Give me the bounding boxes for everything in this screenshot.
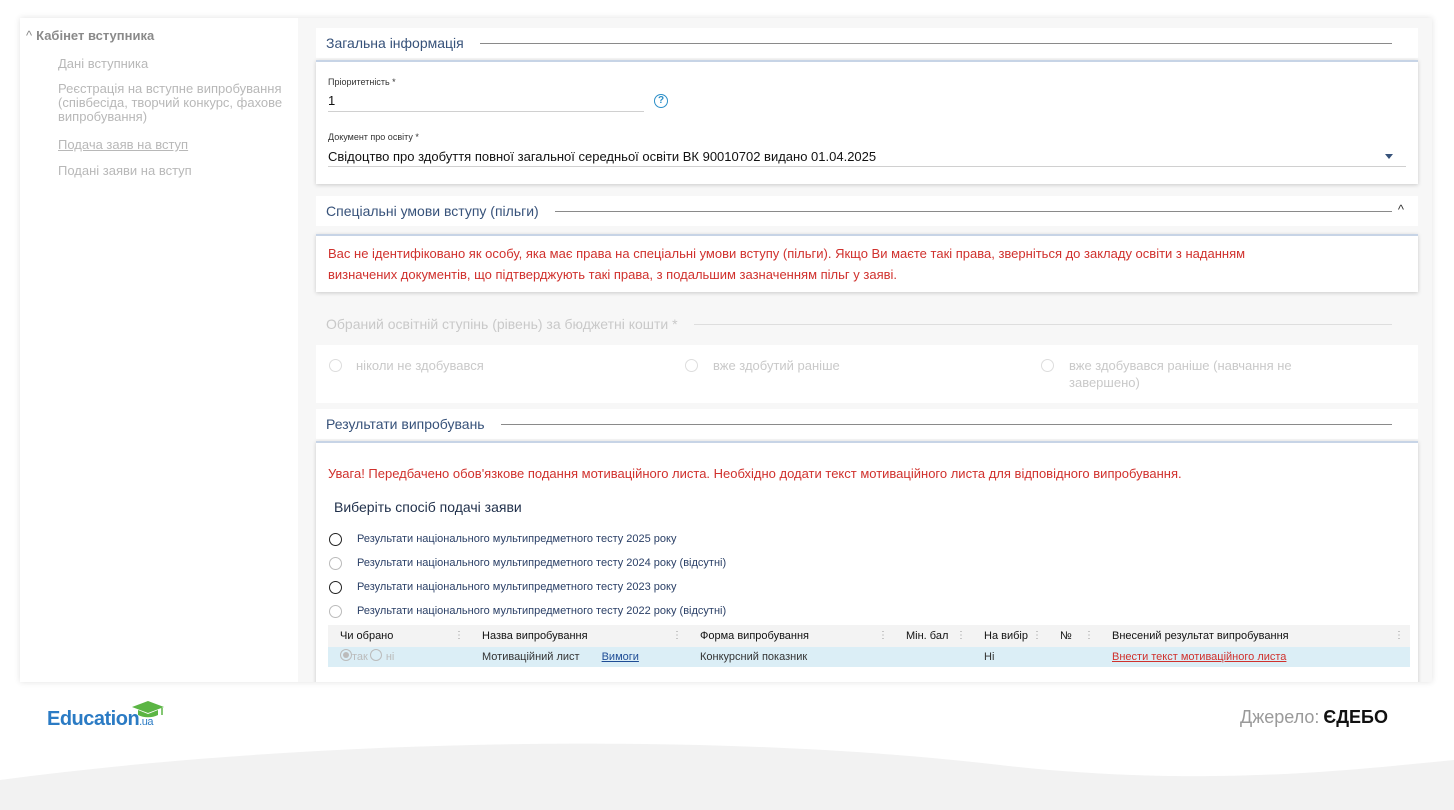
result-cell: Внести текст мотиваційного листа — [1100, 647, 1410, 667]
degree-radio-never[interactable] — [329, 359, 342, 372]
sidebar: ^ Кабінет вступника Дані вступника Реєстр… — [20, 18, 298, 682]
col-selected-label: Чи обрано — [340, 630, 394, 642]
col-selected[interactable]: Чи обрано ⋮ — [328, 625, 470, 647]
sidebar-item-exam-registration[interactable]: Реєстрація на вступне випробування (спів… — [58, 82, 283, 124]
radio-yes-selected[interactable] — [340, 649, 352, 661]
source-caption: Джерело: ЄДЕБО — [1240, 707, 1388, 728]
document-underline — [328, 166, 1406, 167]
exam-form-cell: Конкурсний показник — [700, 651, 808, 663]
general-section-title: Загальна інформація — [326, 35, 464, 51]
degree-option-unfinished: вже здобувався раніше (навчання не завер… — [1069, 358, 1292, 390]
sidebar-item-submit-application[interactable]: Подача заяв на вступ — [58, 138, 283, 152]
logo-text: Education — [47, 708, 140, 730]
method-option-2024: Результати національного мультипредметно… — [357, 557, 727, 569]
exam-name: Мотиваційний лист — [482, 651, 580, 663]
sidebar-heading-label: Кабінет вступника — [36, 28, 155, 43]
results-section-title: Результати випробувань — [326, 416, 485, 432]
col-exam-name[interactable]: Назва випробування ⋮ — [470, 625, 688, 647]
method-radio-2022[interactable] — [329, 605, 342, 618]
radio-no[interactable] — [369, 649, 382, 661]
screenshot-card: ^ Кабінет вступника Дані вступника Реєстр… — [20, 18, 1432, 682]
col-exam-name-label: Назва випробування — [482, 630, 588, 642]
collapse-chevron-icon[interactable]: ^ — [1398, 202, 1404, 217]
degree-option-obtained: вже здобутий раніше — [713, 358, 840, 373]
column-menu-icon[interactable]: ⋮ — [878, 625, 888, 647]
degree-option-never: ніколи не здобувався — [356, 358, 484, 373]
column-menu-icon[interactable]: ⋮ — [956, 625, 966, 647]
col-exam-form-label: Форма випробування — [700, 630, 810, 642]
min-score-cell — [894, 647, 972, 667]
col-number-label: № — [1060, 630, 1072, 642]
graduation-cap-icon — [132, 701, 164, 718]
radio-no-label: ні — [385, 651, 395, 663]
exam-name-cell: Мотиваційний лист Вимоги — [470, 647, 688, 667]
special-warning-line1: Вас не ідентифіковано як особу, яка має … — [328, 246, 1246, 261]
document-select[interactable]: Свідоцтво про здобуття повної загальної … — [328, 149, 876, 164]
col-entered-result[interactable]: Внесений результат випробування ⋮ — [1100, 625, 1410, 647]
method-radio-2024[interactable] — [329, 557, 342, 570]
method-radio-2023[interactable] — [329, 581, 342, 594]
sidebar-item-applicant-data[interactable]: Дані вступника — [58, 57, 283, 71]
special-section-header: Спеціальні умови вступу (пільги) ^ — [316, 196, 1418, 226]
column-menu-icon[interactable]: ⋮ — [1084, 625, 1094, 647]
col-min-score[interactable]: Мін. бал ⋮ — [894, 625, 972, 647]
submission-method-title: Виберіть спосіб подачі заяви — [334, 499, 522, 515]
main-content: Загальна інформація Пріоритетність * 1 ?… — [298, 18, 1432, 682]
special-panel: Вас не ідентифіковано як особу, яка має … — [316, 234, 1418, 292]
results-section-header: Результати випробувань — [316, 409, 1418, 439]
divider — [554, 210, 1392, 212]
col-min-score-label: Мін. бал — [906, 630, 949, 642]
general-section-header: Загальна інформація — [316, 28, 1418, 58]
enter-motivation-letter-link[interactable]: Внести текст мотиваційного листа — [1112, 651, 1286, 663]
method-option-2022: Результати національного мультипредметно… — [357, 605, 727, 617]
decorative-swoosh — [0, 743, 1454, 810]
degree-section-title: Обраний освітній ступінь (рівень) за бюд… — [326, 316, 678, 332]
method-radio-2025[interactable] — [329, 533, 342, 546]
col-entered-result-label: Внесений результат випробування — [1112, 630, 1289, 642]
number-cell — [1048, 647, 1100, 667]
selected-cell: так ні — [328, 647, 470, 667]
dropdown-arrow-icon[interactable] — [1385, 154, 1393, 159]
degree-radio-unfinished[interactable] — [1041, 359, 1054, 372]
table-row[interactable]: так ні Мотиваційний лист Вимоги Конкурсний… — [328, 647, 1410, 667]
method-option-2023: Результати національного мультипредметно… — [357, 581, 677, 593]
sidebar-heading[interactable]: ^ Кабінет вступника — [26, 28, 154, 43]
results-panel: Увага! Передбачено обов'язкове подання м… — [316, 441, 1418, 682]
degree-section-header: Обраний освітній ступінь (рівень) за бюд… — [316, 309, 1418, 339]
column-menu-icon[interactable]: ⋮ — [454, 625, 464, 647]
document-label: Документ про освіту * — [328, 132, 419, 142]
priority-underline — [328, 111, 644, 112]
col-optional[interactable]: На вибір ⋮ — [972, 625, 1048, 647]
sidebar-item-submitted-applications[interactable]: Подані заяви на вступ — [58, 164, 283, 178]
column-menu-icon[interactable]: ⋮ — [1394, 625, 1404, 647]
col-number[interactable]: № ⋮ — [1048, 625, 1100, 647]
source-label: Джерело: — [1240, 707, 1320, 727]
degree-panel: ніколи не здобувався вже здобутий раніше… — [316, 345, 1418, 403]
divider — [500, 423, 1392, 425]
general-panel: Пріоритетність * 1 ? Документ про освіту… — [316, 60, 1418, 184]
special-warning-line2: визначених документів, що підтверджують … — [328, 267, 898, 282]
column-menu-icon[interactable]: ⋮ — [672, 625, 682, 647]
requirements-link[interactable]: Вимоги — [602, 651, 639, 663]
special-section-title: Спеціальні умови вступу (пільги) — [326, 203, 539, 219]
source-value: ЄДЕБО — [1323, 707, 1388, 727]
col-exam-form[interactable]: Форма випробування ⋮ — [688, 625, 894, 647]
divider — [479, 42, 1392, 44]
results-table-header: Чи обрано ⋮ Назва випробування ⋮ Форма вип… — [328, 625, 1410, 647]
radio-yes-label: так — [352, 651, 368, 663]
priority-input[interactable]: 1 — [328, 93, 335, 108]
help-icon[interactable]: ? — [654, 94, 668, 108]
chevron-up-icon: ^ — [26, 28, 33, 43]
column-menu-icon[interactable]: ⋮ — [1032, 625, 1042, 647]
divider — [693, 323, 1392, 325]
priority-label: Пріоритетність * — [328, 77, 396, 87]
optional-cell: Ні — [984, 651, 995, 663]
motivation-letter-warning: Увага! Передбачено обов'язкове подання м… — [328, 466, 1182, 481]
degree-radio-obtained[interactable] — [685, 359, 698, 372]
col-optional-label: На вибір — [984, 630, 1028, 642]
method-option-2025: Результати національного мультипредметно… — [357, 533, 677, 545]
